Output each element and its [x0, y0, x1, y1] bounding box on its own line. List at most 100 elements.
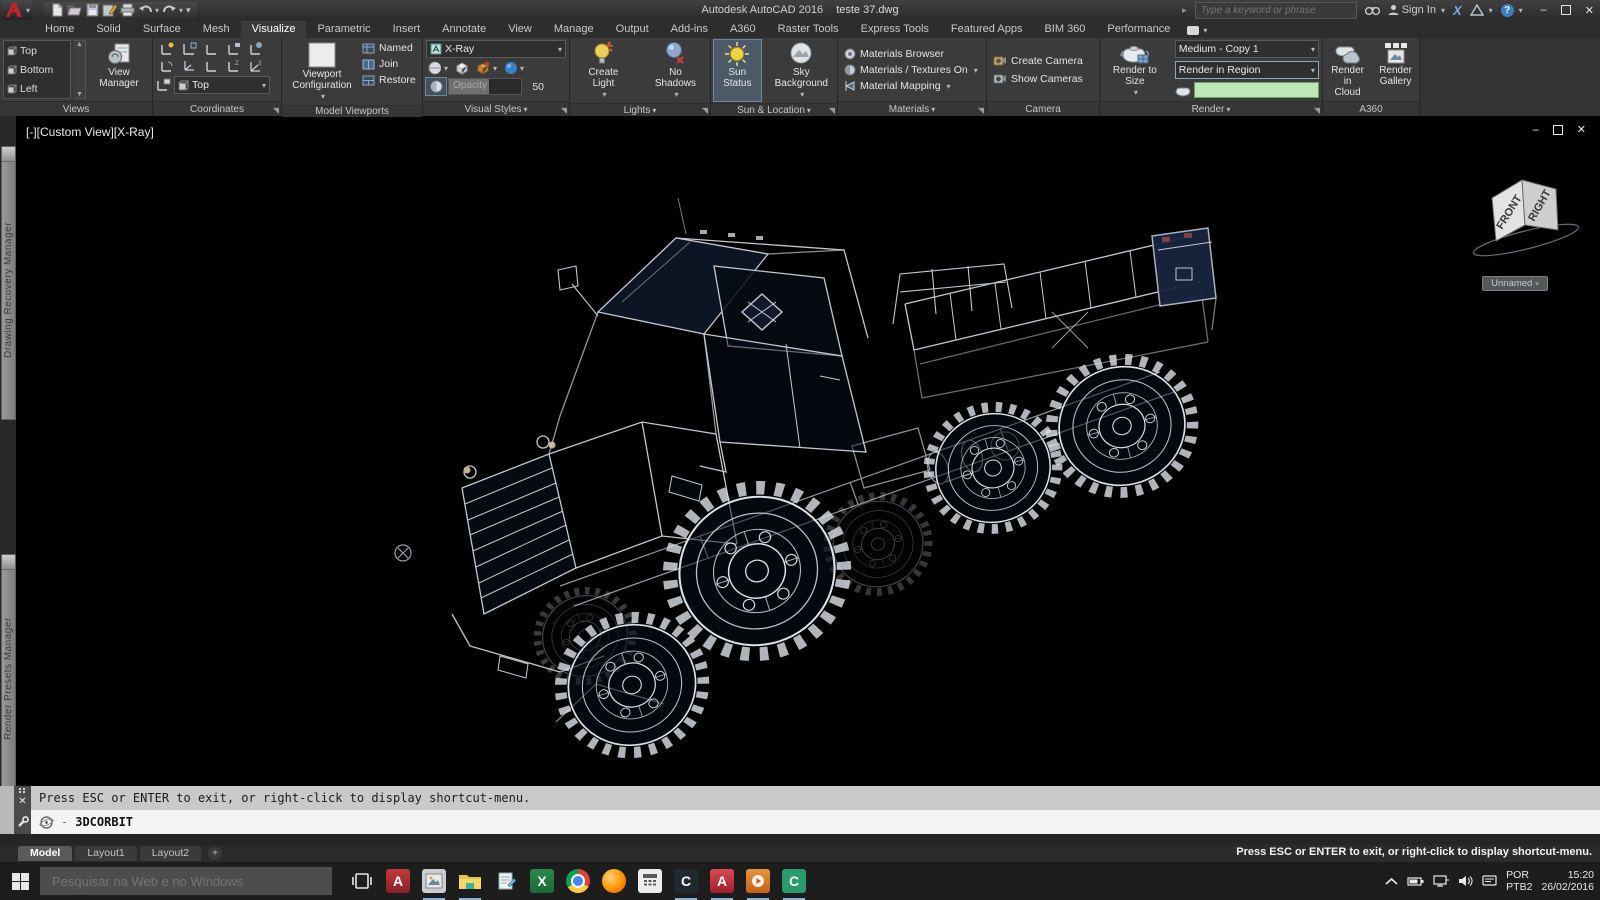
- help-button[interactable]: ?: [1501, 4, 1523, 17]
- drawing-restore-button[interactable]: [1553, 125, 1563, 135]
- visual-styles-expander-icon[interactable]: ◥: [561, 106, 567, 115]
- material-mapping-button[interactable]: Material Mapping: [844, 80, 983, 92]
- save-as-icon[interactable]: [102, 3, 117, 17]
- viewport-canvas[interactable]: [-][Custom View][X-Ray] – ✕ FRONT RIGHT …: [16, 116, 1600, 786]
- ucs-z-icon[interactable]: Z: [226, 59, 241, 73]
- view-manager-button[interactable]: View Manager: [89, 40, 149, 99]
- volume-icon[interactable]: [1458, 875, 1473, 887]
- named-viewports-button[interactable]: Named: [362, 42, 416, 54]
- tab-insert[interactable]: Insert: [382, 21, 432, 38]
- drawing-viewport[interactable]: [-][Custom View][X-Ray] – ✕ FRONT RIGHT …: [0, 116, 1600, 786]
- lights-expander-icon[interactable]: ◥: [702, 106, 708, 115]
- ucs-3-icon[interactable]: 3: [248, 59, 263, 73]
- a360-icon[interactable]: [1470, 4, 1493, 16]
- ucs-rotate-icon[interactable]: [160, 59, 175, 73]
- ucs-icon-3[interactable]: [226, 42, 241, 56]
- minimize-button[interactable]: –: [1541, 4, 1547, 16]
- view-list-scrollbar[interactable]: ▲▼: [74, 40, 86, 99]
- join-viewports-button[interactable]: Join: [362, 58, 416, 70]
- autocad-logo[interactable]: [2, 0, 32, 20]
- taskbar-search-input[interactable]: [40, 867, 332, 895]
- new-layout-button[interactable]: +: [208, 847, 222, 860]
- render-expander-icon[interactable]: ◥: [1314, 106, 1320, 115]
- file-explorer-button[interactable]: [452, 862, 488, 900]
- tab-express-tools[interactable]: Express Tools: [850, 21, 940, 38]
- command-grip[interactable]: ✕: [14, 786, 31, 810]
- palette-grab-bar[interactable]: [2, 147, 15, 162]
- tab-solid[interactable]: Solid: [85, 21, 131, 38]
- view-list-item-top[interactable]: Top: [4, 41, 70, 60]
- create-camera-button[interactable]: Create Camera: [993, 55, 1096, 67]
- sun-location-expander-icon[interactable]: ◥: [829, 106, 835, 115]
- render-presets-palette[interactable]: Render Presets Manager: [1, 554, 16, 788]
- layout2-tab[interactable]: Layout2: [140, 846, 201, 861]
- lighting-quality-button[interactable]: [504, 61, 524, 75]
- tab-featured-apps[interactable]: Featured Apps: [940, 21, 1034, 38]
- network-icon[interactable]: [1433, 875, 1449, 887]
- render-to-size-button[interactable]: Render to Size: [1103, 40, 1167, 99]
- exchange-apps-icon[interactable]: X: [1453, 3, 1462, 18]
- search-binoculars-icon[interactable]: [1365, 4, 1380, 16]
- ucs-icon-2[interactable]: [204, 42, 219, 56]
- camtasia-app-button[interactable]: C: [668, 862, 704, 900]
- print-icon[interactable]: [120, 3, 135, 17]
- show-cameras-button[interactable]: Show Cameras: [993, 73, 1096, 85]
- ucs-dropdown[interactable]: Top: [174, 76, 270, 94]
- materials-browser-button[interactable]: Materials Browser: [844, 48, 983, 60]
- tab-a360[interactable]: A360: [719, 21, 767, 38]
- render-preset-dropdown[interactable]: Medium - Copy 1: [1175, 40, 1319, 58]
- viewcube-named-view-button[interactable]: Unnamed ▾: [1482, 276, 1548, 291]
- coordinates-expander-icon[interactable]: ◥: [273, 106, 279, 115]
- ucs-icon-6[interactable]: [204, 59, 219, 73]
- notification-icon[interactable]: [1482, 875, 1497, 887]
- calculator-app-button[interactable]: [632, 862, 668, 900]
- undo-button[interactable]: [138, 4, 159, 17]
- command-tools[interactable]: [14, 810, 31, 834]
- command-prompt-row[interactable]: ✕ Press ESC or ENTER to exit, or right-c…: [0, 786, 1600, 810]
- opacity-slider[interactable]: Opacity: [448, 78, 522, 95]
- render-in-cloud-button[interactable]: Render in Cloud: [1326, 40, 1369, 99]
- access-app-button[interactable]: A: [380, 862, 416, 900]
- sun-status-button[interactable]: Sun Status: [714, 40, 761, 101]
- viewcube-cube[interactable]: FRONT RIGHT: [1468, 168, 1588, 274]
- tab-visualize[interactable]: Visualize: [241, 21, 307, 38]
- firefox-app-button[interactable]: [596, 862, 632, 900]
- visual-style-dropdown[interactable]: X-Ray: [426, 40, 566, 58]
- command-close-icon[interactable]: ✕: [18, 796, 26, 807]
- new-file-icon[interactable]: [50, 3, 64, 17]
- restore-viewports-button[interactable]: Restore: [362, 74, 416, 86]
- active-command-text[interactable]: 3DCORBIT: [75, 815, 133, 829]
- tab-parametric[interactable]: Parametric: [306, 21, 381, 38]
- excel-app-button[interactable]: X: [524, 862, 560, 900]
- viewcube[interactable]: FRONT RIGHT Unnamed ▾: [1468, 168, 1588, 298]
- save-icon[interactable]: [86, 3, 99, 17]
- render-target-dropdown[interactable]: Render in Region: [1175, 61, 1319, 79]
- view-list-item-bottom[interactable]: Bottom: [4, 60, 70, 79]
- tab-annotate[interactable]: Annotate: [431, 21, 497, 38]
- materials-textures-button[interactable]: Materials / Textures On: [844, 64, 983, 76]
- view-list-item-left[interactable]: Left: [4, 79, 70, 98]
- ucs-world-icon[interactable]: [160, 42, 175, 56]
- chrome-app-button[interactable]: [560, 862, 596, 900]
- language-indicator[interactable]: POR PTB2: [1506, 869, 1532, 893]
- ucs-icon-4[interactable]: [248, 42, 263, 56]
- ucs-named-icon[interactable]: [156, 78, 171, 92]
- palette-grab-bar[interactable]: [2, 555, 15, 570]
- recorder-app-button[interactable]: C: [776, 862, 812, 900]
- start-button[interactable]: [0, 862, 40, 900]
- drawing-recovery-palette[interactable]: Drawing Recovery Manager: [1, 146, 16, 420]
- culling-button[interactable]: [455, 62, 469, 75]
- tab-home[interactable]: Home: [34, 21, 85, 38]
- tab-manage[interactable]: Manage: [543, 21, 605, 38]
- tab-addins[interactable]: Add-ins: [660, 21, 719, 38]
- notepad-app-button[interactable]: [488, 862, 524, 900]
- open-icon[interactable]: [67, 3, 83, 17]
- render-gallery-button[interactable]: Render Gallery: [1375, 40, 1416, 99]
- battery-icon[interactable]: [1407, 876, 1424, 887]
- materials-expander-icon[interactable]: ◥: [978, 106, 984, 115]
- viewport-configuration-button[interactable]: Viewport Configuration: [285, 40, 359, 103]
- ucs-icon-1[interactable]: [182, 42, 197, 56]
- layout1-tab[interactable]: Layout1: [75, 846, 136, 861]
- tab-view[interactable]: View: [497, 21, 543, 38]
- qat-customize-icon[interactable]: ▾: [186, 5, 191, 16]
